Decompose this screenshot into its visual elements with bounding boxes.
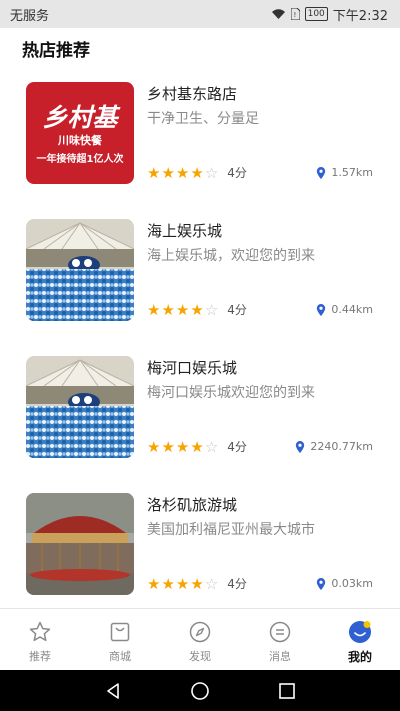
star-icon: ★	[175, 437, 190, 456]
star-icon: ★	[147, 300, 161, 319]
store-name: 梅河口娱乐城	[147, 359, 238, 377]
store-card[interactable]: 海上娱乐城 海上娱乐城，欢迎您的到来 ★ ★ ★ ★ ☆ 4分 0.44km	[0, 205, 400, 342]
distance: 0.03km	[316, 577, 373, 590]
status-icons: ! 100 下午2:32	[271, 5, 388, 24]
location-pin-icon	[317, 166, 326, 179]
store-name: 洛杉矶旅游城	[147, 496, 238, 514]
tab-label: 消息	[269, 650, 291, 663]
location-pin-icon	[317, 303, 326, 316]
store-desc: 干净卫生、分量足	[147, 111, 259, 127]
sim-icon: !	[290, 8, 300, 20]
distance: 1.57km	[316, 166, 373, 179]
star-icon: ★	[147, 574, 161, 593]
distance-text: 2240.77km	[310, 440, 373, 453]
tab-mall[interactable]: 商城	[80, 609, 160, 670]
star-icon: ★	[190, 574, 204, 593]
star-icon: ★	[175, 574, 190, 593]
profile-face-icon	[349, 621, 371, 643]
star-empty-icon: ☆	[204, 300, 219, 319]
store-image-ballpit	[26, 219, 134, 321]
star-rating: ★ ★ ★ ★ ☆ 4分	[147, 164, 247, 181]
back-icon[interactable]	[104, 682, 122, 700]
store-card[interactable]: 梅河口娱乐城 梅河口娱乐城欢迎您的到来 ★ ★ ★ ★ ☆ 4分 2240.77…	[0, 342, 400, 479]
home-icon[interactable]	[190, 681, 210, 701]
store-desc: 梅河口娱乐城欢迎您的到来	[147, 385, 315, 401]
location-pin-icon	[317, 577, 326, 590]
rating-text: 4分	[227, 303, 247, 317]
store-desc: 海上娱乐城，欢迎您的到来	[147, 248, 315, 264]
distance-text: 0.03km	[331, 577, 373, 590]
logo-sub-text: 川味快餐	[57, 133, 103, 147]
store-image-ballpit	[26, 356, 134, 458]
store-list: 乡村基 川味快餐 一年接待超1亿人次 乡村基东路店 干净卫生、分量足 ★ ★ ★…	[0, 68, 400, 616]
compass-icon	[189, 621, 211, 643]
star-icon: ★	[161, 163, 175, 182]
store-image-logo: 乡村基 川味快餐 一年接待超1亿人次	[26, 82, 134, 184]
page-title: 热店推荐	[22, 41, 90, 61]
star-empty-icon: ☆	[204, 163, 219, 182]
star-rating: ★ ★ ★ ★ ☆ 4分	[147, 575, 247, 592]
tab-label: 推荐	[29, 650, 51, 663]
tab-profile[interactable]: 我的	[320, 609, 400, 670]
store-card[interactable]: 乡村基 川味快餐 一年接待超1亿人次 乡村基东路店 干净卫生、分量足 ★ ★ ★…	[0, 68, 400, 205]
recents-icon[interactable]	[278, 682, 296, 700]
star-icon: ★	[161, 300, 175, 319]
distance: 2240.77km	[295, 440, 373, 453]
tab-label: 发现	[189, 650, 211, 663]
status-bar: 无服务 ! 100 下午2:32	[0, 0, 400, 28]
star-icon: ★	[161, 437, 175, 456]
star-icon: ★	[190, 300, 204, 319]
logo-slogan-text: 一年接待超1亿人次	[37, 152, 124, 165]
wifi-icon	[271, 9, 285, 19]
store-card[interactable]: 洛杉矶旅游城 美国加利福尼亚州最大城市 ★ ★ ★ ★ ☆ 4分 0.03km	[0, 479, 400, 616]
battery-icon: 100	[304, 7, 328, 21]
star-outline-icon	[29, 621, 51, 642]
tab-label: 商城	[109, 650, 131, 663]
tab-label: 我的	[347, 650, 372, 664]
message-icon	[269, 621, 291, 643]
rating-text: 4分	[227, 577, 247, 591]
distance: 0.44km	[316, 303, 373, 316]
store-name: 乡村基东路店	[147, 85, 238, 103]
store-image-carousel	[26, 493, 134, 595]
star-empty-icon: ☆	[204, 437, 219, 456]
star-icon: ★	[175, 300, 190, 319]
tab-messages[interactable]: 消息	[240, 609, 320, 670]
distance-text: 0.44km	[331, 303, 373, 316]
tab-recommend[interactable]: 推荐	[0, 609, 80, 670]
star-icon: ★	[161, 574, 175, 593]
logo-title-text: 乡村基	[42, 103, 120, 132]
tab-discover[interactable]: 发现	[160, 609, 240, 670]
svg-text:!: !	[293, 11, 296, 19]
star-icon: ★	[190, 437, 204, 456]
shopping-bag-icon	[110, 622, 130, 642]
rating-text: 4分	[227, 166, 247, 180]
store-desc: 美国加利福尼亚州最大城市	[147, 522, 315, 538]
location-pin-icon	[296, 440, 305, 453]
carrier-text: 无服务	[10, 8, 50, 24]
star-icon: ★	[147, 163, 161, 182]
star-icon: ★	[175, 163, 190, 182]
rating-text: 4分	[227, 440, 247, 454]
star-rating: ★ ★ ★ ★ ☆ 4分	[147, 301, 247, 318]
system-nav-bar	[0, 670, 400, 711]
star-icon: ★	[147, 437, 161, 456]
star-rating: ★ ★ ★ ★ ☆ 4分	[147, 438, 247, 455]
distance-text: 1.57km	[331, 166, 373, 179]
store-name: 海上娱乐城	[147, 222, 223, 240]
star-empty-icon: ☆	[204, 574, 219, 593]
clock-text: 下午2:32	[332, 8, 388, 24]
bottom-tab-bar: 推荐 商城 发现 消息 我的	[0, 608, 400, 670]
star-icon: ★	[190, 163, 204, 182]
